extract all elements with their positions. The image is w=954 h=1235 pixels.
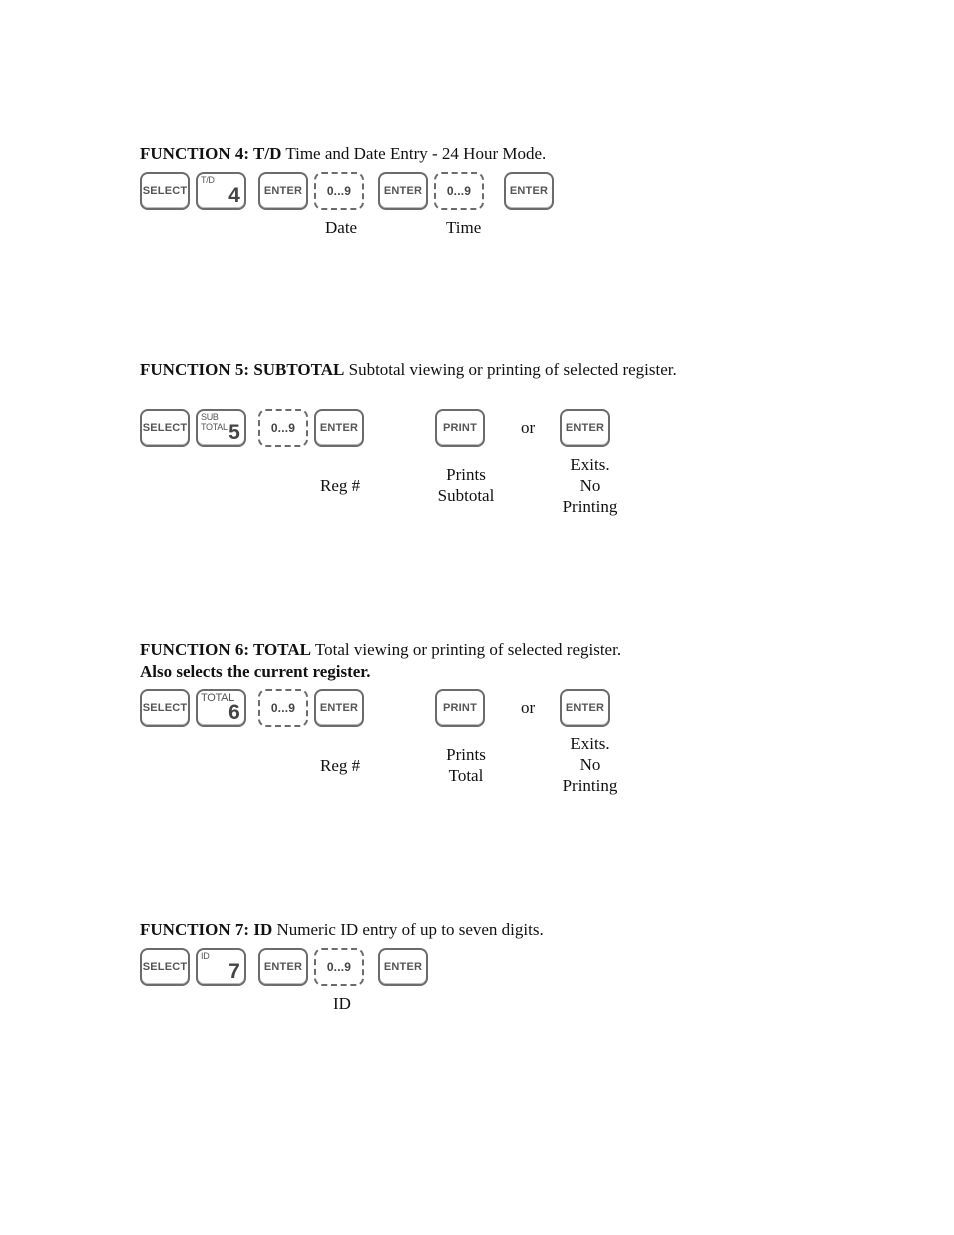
function-6-section: FUNCTION 6: TOTAL Total viewing or print… xyxy=(140,639,700,809)
enter-key: ENTER xyxy=(314,689,364,727)
function-6-heading: FUNCTION 6: TOTAL Total viewing or print… xyxy=(140,639,700,661)
prints-subtotal-label: Prints Subtotal xyxy=(430,464,502,506)
prints-line: Prints xyxy=(446,465,486,484)
enter-key: ENTER xyxy=(378,948,428,986)
function-5-title: FUNCTION 5: SUBTOTAL xyxy=(140,360,345,379)
enter-key: ENTER xyxy=(258,948,308,986)
printing-line: Printing xyxy=(562,497,618,516)
function-5-description: Subtotal viewing or printing of selected… xyxy=(344,360,677,379)
subtotal-line: Subtotal xyxy=(437,486,495,505)
enter-key: ENTER xyxy=(258,172,308,210)
td-4-key: T/D 4 xyxy=(196,172,246,210)
subtotal-5-key: SUB TOTAL 5 xyxy=(196,409,246,447)
key-number: 4 xyxy=(228,184,240,207)
total-6-key: TOTAL 6 xyxy=(196,689,246,727)
reg-number-label: Reg # xyxy=(320,476,361,495)
digits-key: 0...9 xyxy=(434,172,484,210)
enter-key: ENTER xyxy=(560,409,610,447)
exits-no-printing-label: Exits. No Printing xyxy=(554,454,626,517)
total-line: Total xyxy=(448,766,484,785)
date-label: Date xyxy=(325,218,358,237)
function-4-description: Time and Date Entry - 24 Hour Mode. xyxy=(281,144,547,163)
function-5-heading: FUNCTION 5: SUBTOTAL Subtotal viewing or… xyxy=(140,359,700,381)
no-line: No xyxy=(579,476,601,495)
id-label: ID xyxy=(333,994,351,1013)
or-label: or xyxy=(521,698,536,717)
function-7-heading: FUNCTION 7: ID Numeric ID entry of up to… xyxy=(140,919,700,941)
function-4-title: FUNCTION 4: T/D xyxy=(140,144,282,163)
id-7-key: ID 7 xyxy=(196,948,246,986)
key-number: 6 xyxy=(228,701,240,724)
enter-key: ENTER xyxy=(378,172,428,210)
print-key: PRINT xyxy=(435,689,485,727)
exits-line: Exits. xyxy=(570,455,610,474)
digits-key: 0...9 xyxy=(314,172,364,210)
printing-line: Printing xyxy=(562,776,618,795)
key-number: 7 xyxy=(228,960,240,983)
prints-line: Prints xyxy=(446,745,486,764)
exits-no-printing-label: Exits. No Printing xyxy=(554,733,626,796)
or-label: or xyxy=(521,418,536,437)
enter-key: ENTER xyxy=(560,689,610,727)
digits-key: 0...9 xyxy=(314,948,364,986)
enter-key: ENTER xyxy=(504,172,554,210)
function-6-title: FUNCTION 6: TOTAL xyxy=(140,640,311,659)
digits-key: 0...9 xyxy=(258,689,308,727)
key-legend: T/D xyxy=(201,175,215,185)
no-line: No xyxy=(579,755,601,774)
function-7-description: Numeric ID entry of up to seven digits. xyxy=(272,920,544,939)
function-5-section: FUNCTION 5: SUBTOTAL Subtotal viewing or… xyxy=(140,359,700,529)
prints-total-label: Prints Total xyxy=(430,744,502,786)
function-4-section: FUNCTION 4: T/D Time and Date Entry - 24… xyxy=(140,143,700,253)
function-7-title: FUNCTION 7: ID xyxy=(140,920,273,939)
select-key: SELECT xyxy=(140,948,190,986)
enter-key: ENTER xyxy=(314,409,364,447)
function-6-note: Also selects the current register. xyxy=(140,662,371,681)
key-number: 5 xyxy=(228,421,240,444)
digits-key: 0...9 xyxy=(258,409,308,447)
select-key: SELECT xyxy=(140,172,190,210)
time-label: Time xyxy=(446,218,482,237)
select-key: SELECT xyxy=(140,689,190,727)
key-legend: ID xyxy=(201,951,210,961)
print-key: PRINT xyxy=(435,409,485,447)
exits-line: Exits. xyxy=(570,734,610,753)
function-7-section: FUNCTION 7: ID Numeric ID entry of up to… xyxy=(140,919,700,1019)
select-key: SELECT xyxy=(140,409,190,447)
function-6-description: Total viewing or printing of selected re… xyxy=(310,640,622,659)
reg-number-label: Reg # xyxy=(320,756,361,775)
function-4-heading: FUNCTION 4: T/D Time and Date Entry - 24… xyxy=(140,143,700,165)
